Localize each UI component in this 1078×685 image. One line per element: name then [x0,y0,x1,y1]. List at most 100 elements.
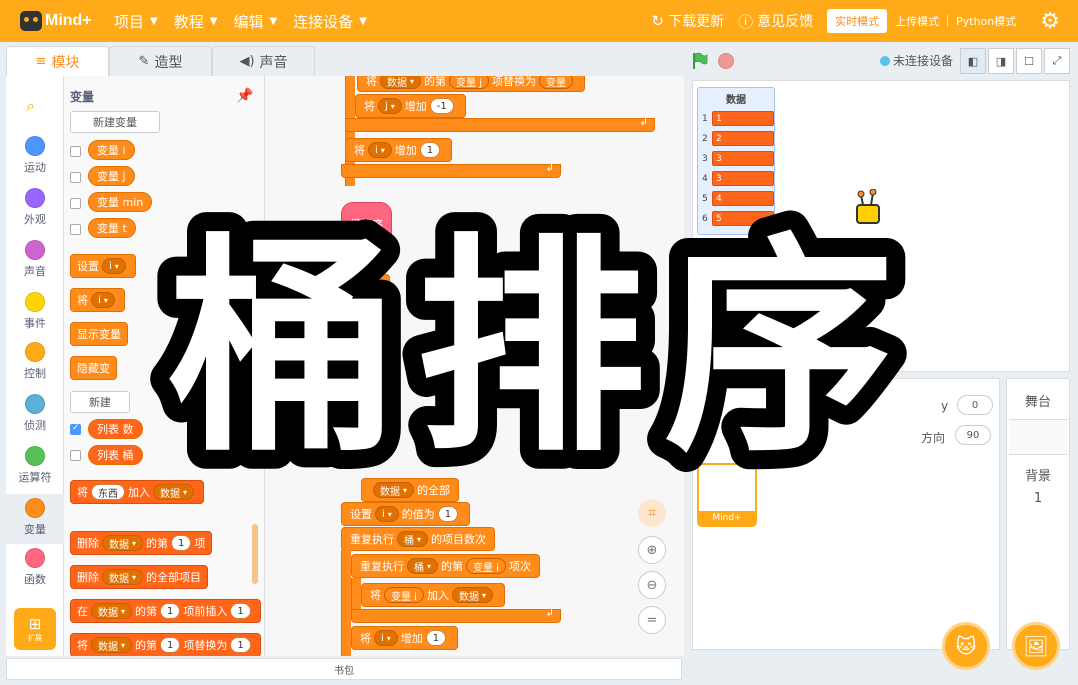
category-sensing[interactable]: 侦测 [6,394,64,440]
show-variable-block[interactable]: 显示变量 [70,322,128,346]
list-block-data[interactable]: 列表 数 [88,419,143,439]
top-right-actions: ↻ 下载更新 ⓘ 意见反馈 实时模式 上传模式 Python模式 ⚙ [652,0,1078,42]
feedback-link[interactable]: ⓘ 意见反馈 [738,11,813,32]
variable-checkbox[interactable] [70,224,81,235]
menu-connect-device[interactable]: 连接设备 ▼ [293,11,367,32]
add-to-list-block[interactable]: 将东西 加入 数据 [70,480,205,504]
palette-scrollbar[interactable] [252,524,258,584]
add-sprite-icon[interactable]: 🐱 [942,622,990,670]
list-item: 33 [702,150,774,167]
category-variables[interactable]: 变量 [6,494,64,544]
menu-project[interactable]: 项目 ▼ [114,11,158,32]
pin-icon[interactable]: 📌 [236,88,253,104]
crop-icon[interactable]: ⌗ [638,499,666,527]
delete-item-block[interactable]: 删除数据的第1项 [70,531,213,555]
menu-edit[interactable]: 编辑 ▼ [233,11,277,32]
category-dot-icon [25,292,45,312]
function-define-block[interactable]: 桶排序 [341,202,392,246]
tab-blocks[interactable]: ≡ 模块 [6,46,109,76]
variable-checkbox[interactable] [70,172,81,183]
hide-variable-block[interactable]: 隐藏变 [70,356,117,380]
zoom-in-icon[interactable]: ⊕ [638,536,666,564]
stage[interactable]: 数据 11 22 33 43 54 65 [692,80,1070,372]
category-dot-icon [25,342,45,362]
stage-thumbnail[interactable] [1009,419,1067,455]
category-motion[interactable]: 运动 [6,136,64,182]
variable-block-min[interactable]: 变量 min [88,192,153,212]
repeat-inner-block[interactable]: 重复执行桶的第变量 i项次 [351,554,540,578]
set-variable-block[interactable]: 设置 i [70,254,136,278]
blocks-icon: ≡ [35,54,47,69]
zoom-reset-icon[interactable]: = [638,606,666,634]
category-sound[interactable]: 声音 [6,240,64,286]
change-i-block[interactable]: 将i增加1 [351,626,459,650]
mode-python[interactable]: Python模式 [948,9,1024,33]
insert-item-block[interactable]: 在数据的第1项前插入1 [70,599,261,623]
mode-upload[interactable]: 上传模式 [887,9,947,33]
backdrop-count: 1 [1033,491,1043,506]
list-item: 43 [702,170,774,187]
tab-sounds[interactable]: ◀) 声音 [212,46,315,76]
robot-sprite-icon[interactable] [853,189,883,229]
fullscreen-icon[interactable]: ⤢ [1044,48,1070,74]
sprite-info-panel: y 0 方向 90 Mind+ [692,378,1000,650]
sprite-name: Mind+ [699,511,755,525]
stop-icon[interactable] [718,53,734,69]
sprite-thumbnail[interactable]: Mind+ [697,463,757,527]
connection-status[interactable]: 未连接设备 [880,52,953,69]
category-operators[interactable]: 运算符 [6,446,64,492]
loop-end [351,608,561,623]
category-control[interactable]: 控制 [6,342,64,388]
change-variable-block[interactable]: 将i [70,288,125,312]
add-i-to-list-block[interactable]: 将变量 i 加入 数据 [361,583,505,607]
palette-title: 变量 [70,90,95,104]
change-j-block[interactable]: 将j增加-1 [355,94,466,118]
c-block-arm [341,550,351,656]
new-variable-button[interactable]: 新建变量 [70,111,160,133]
variable-checkbox[interactable] [70,198,81,209]
backpack-bar[interactable]: 书包 [6,658,682,680]
variable-block-j[interactable]: 变量 j [88,166,135,186]
variable-block-t[interactable]: 变量 t [88,218,136,238]
list-checkbox-checked[interactable] [70,423,81,435]
new-list-button[interactable]: 新建 [70,391,130,413]
list-checkbox[interactable] [70,450,81,461]
loop-end [345,117,655,132]
delete-all-block[interactable]: 删除数据的全部项目 [70,565,209,589]
stage-select-panel[interactable]: 舞台 背景 1 [1006,378,1070,650]
repeat-outer-block[interactable]: 重复执行桶的项目数次 [341,527,496,551]
set-i-block[interactable]: 设置i的值为1 [341,502,471,526]
zoom-out-icon[interactable]: ⊖ [638,571,666,599]
app-logo[interactable]: Mind+ [20,11,102,31]
menu-tutorial[interactable]: 教程 ▼ [174,11,218,32]
search-icon[interactable]: ⌕ [26,96,35,116]
variable-checkbox[interactable] [70,146,81,157]
mode-realtime[interactable]: 实时模式 [827,9,888,33]
replace-item-block[interactable]: 将数据的第1项替换为1 [70,633,261,656]
list-item: 65 [702,210,774,227]
variable-block-i[interactable]: 变量 i [88,140,135,160]
stage-layout-icon[interactable]: ◨ [988,48,1014,74]
category-functions[interactable]: 函数 [6,548,64,594]
green-flag-icon[interactable] [692,52,708,70]
small-stage-icon[interactable]: ◧ [960,48,986,74]
download-update-link[interactable]: ↻ 下载更新 [652,11,725,31]
add-backdrop-icon[interactable]: 🖼 [1012,622,1060,670]
change-i-block[interactable]: 将i增加1 [345,138,453,162]
tab-costumes[interactable]: ✎ 造型 [109,46,212,76]
category-dot-icon [25,446,45,466]
extension-button[interactable]: ⊞ 扩展 [14,608,56,650]
y-input[interactable]: 0 [957,395,993,415]
main-menu: 项目 ▼ 教程 ▼ 编辑 ▼ 连接设备 ▼ [114,11,383,32]
list-monitor-title: 数据 [726,95,746,106]
gear-icon[interactable]: ⚙ [1040,9,1060,34]
delete-all-block[interactable]: 数据的全部 [361,478,460,502]
code-area[interactable]: 将数据的第变量 j项替换为变量 将j增加-1 将i增加1 桶排序 行 数据的全部… [264,76,684,656]
direction-input[interactable]: 90 [955,425,991,445]
category-events[interactable]: 事件 [6,292,64,338]
partial-block[interactable]: 行 [361,274,390,298]
large-stage-icon[interactable]: ☐ [1016,48,1042,74]
replace-item-block[interactable]: 将数据的第变量 j项替换为变量 [357,76,585,92]
list-block-bucket[interactable]: 列表 桶 [88,445,143,465]
category-looks[interactable]: 外观 [6,188,64,234]
